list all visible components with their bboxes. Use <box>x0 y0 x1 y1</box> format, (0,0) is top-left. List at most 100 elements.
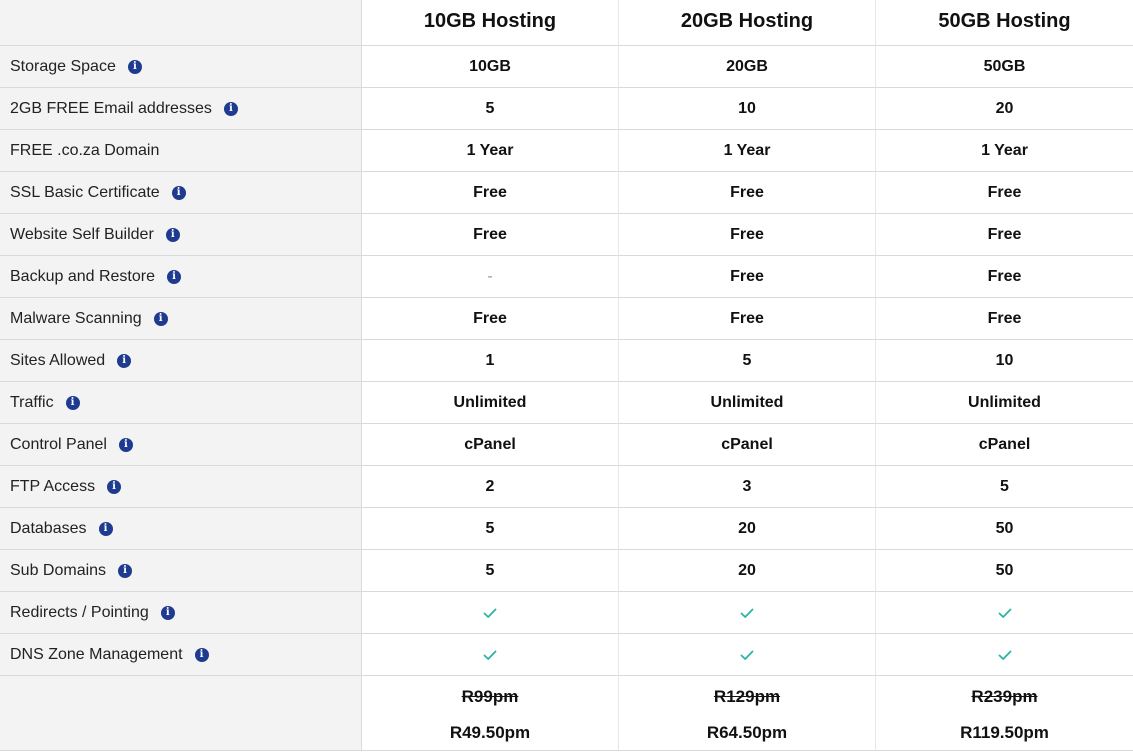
info-icon[interactable]: i <box>65 395 80 410</box>
feature-value-cell: 50GB <box>876 46 1133 88</box>
feature-label-cell: Sites Allowed i <box>0 340 362 382</box>
feature-value: 5 <box>485 519 495 537</box>
feature-value-cell <box>876 592 1133 634</box>
feature-label: 2GB FREE Email addresses <box>10 99 212 117</box>
info-icon[interactable]: i <box>117 353 132 368</box>
feature-value-cell <box>362 592 619 634</box>
feature-value: 1 Year <box>981 141 1028 159</box>
plan-name: 20GB Hosting <box>680 10 814 32</box>
info-icon[interactable]: i <box>127 59 142 74</box>
feature-value-cell: 20GB <box>619 46 876 88</box>
feature-label: Databases <box>10 519 87 537</box>
discounted-price: R49.50pm <box>449 723 531 742</box>
feature-value: 20 <box>995 99 1014 117</box>
feature-value-cell: Unlimited <box>876 382 1133 424</box>
feature-value-cell: Free <box>362 298 619 340</box>
discounted-price: R119.50pm <box>960 723 1049 742</box>
feature-value: 1 Year <box>466 141 514 159</box>
feature-value-cell: 10 <box>876 340 1133 382</box>
feature-value: 5 <box>485 561 495 579</box>
feature-value: 10GB <box>469 57 511 75</box>
feature-value-cell: 3 <box>619 466 876 508</box>
feature-label: SSL Basic Certificate <box>10 183 160 201</box>
old-price: R99pm <box>461 687 519 706</box>
feature-value-cell: Free <box>362 214 619 256</box>
feature-value-cell: 20 <box>619 508 876 550</box>
check-icon <box>997 647 1013 663</box>
feature-value-cell <box>619 592 876 634</box>
plan-name: 10GB Hosting <box>423 10 557 32</box>
discounted-price: R64.50pm <box>706 723 788 742</box>
feature-label-cell: Control Panel i <box>0 424 362 466</box>
feature-value-cell: 1 <box>362 340 619 382</box>
price-cell-2: R129pm R64.50pm <box>619 676 876 751</box>
info-icon[interactable]: i <box>153 311 168 326</box>
not-included-dash: - <box>487 267 493 285</box>
feature-value: Unlimited <box>453 393 527 411</box>
feature-value: 5 <box>1000 477 1009 495</box>
feature-value-cell: 20 <box>876 88 1133 130</box>
info-icon[interactable]: i <box>160 605 175 620</box>
feature-value-cell: 1 Year <box>619 130 876 172</box>
feature-value: 20GB <box>726 57 768 75</box>
feature-value-cell: 5 <box>362 88 619 130</box>
feature-label: FREE .co.za Domain <box>10 141 160 159</box>
feature-label: Sub Domains <box>10 561 107 579</box>
feature-value: Unlimited <box>968 393 1041 411</box>
feature-value-cell: 2 <box>362 466 619 508</box>
old-price: R129pm <box>713 687 781 706</box>
info-icon[interactable]: i <box>194 647 209 662</box>
feature-value: 20 <box>738 519 756 537</box>
feature-value: Free <box>987 267 1022 285</box>
plan-header-1: 10GB Hosting <box>362 0 619 46</box>
feature-label: Website Self Builder <box>10 225 154 243</box>
feature-value-cell <box>876 634 1133 676</box>
feature-value-cell: Free <box>876 214 1133 256</box>
feature-value: Free <box>730 309 764 327</box>
feature-label: Backup and Restore <box>10 267 155 285</box>
feature-value-cell: Free <box>876 256 1133 298</box>
feature-label-cell: Website Self Builder i <box>0 214 362 256</box>
feature-value-cell: 50 <box>876 508 1133 550</box>
info-icon[interactable]: i <box>171 185 186 200</box>
info-icon[interactable]: i <box>223 101 238 116</box>
feature-label-cell: Storage Space i <box>0 46 362 88</box>
plan-name: 50GB Hosting <box>938 10 1071 32</box>
feature-value-cell: Free <box>619 298 876 340</box>
feature-value: cPanel <box>978 435 1031 453</box>
pricing-label-cell <box>0 676 362 751</box>
info-icon[interactable]: i <box>107 479 122 494</box>
feature-label: Redirects / Pointing <box>10 603 149 621</box>
feature-value: 5 <box>485 99 495 117</box>
feature-value: 1 <box>485 351 495 369</box>
check-icon <box>482 605 498 621</box>
feature-value: Free <box>473 183 507 201</box>
feature-value-cell: 5 <box>876 466 1133 508</box>
feature-value-cell: cPanel <box>362 424 619 466</box>
feature-value-cell: 20 <box>619 550 876 592</box>
feature-label: Storage Space <box>10 57 116 75</box>
feature-value-cell: 50 <box>876 550 1133 592</box>
plan-header-3: 50GB Hosting <box>876 0 1133 46</box>
info-icon[interactable]: i <box>165 227 180 242</box>
feature-label: FTP Access <box>10 477 96 495</box>
feature-label-cell: Backup and Restore i <box>0 256 362 298</box>
price-cell-1: R99pm R49.50pm <box>362 676 619 751</box>
feature-label: Control Panel <box>10 435 107 453</box>
info-icon[interactable]: i <box>118 437 133 452</box>
info-icon[interactable]: i <box>166 269 181 284</box>
feature-value-cell: 1 Year <box>362 130 619 172</box>
feature-value: 3 <box>742 477 752 495</box>
feature-value-cell <box>619 634 876 676</box>
feature-value: Free <box>730 183 764 201</box>
feature-label: Traffic <box>10 393 54 411</box>
feature-value: 10 <box>995 351 1014 369</box>
feature-value: 50 <box>995 519 1014 537</box>
info-icon[interactable]: i <box>98 521 113 536</box>
feature-label-cell: FREE .co.za Domain <box>0 130 362 172</box>
feature-value: 1 Year <box>723 141 771 159</box>
feature-label-cell: Traffic i <box>0 382 362 424</box>
feature-value-cell: Free <box>362 172 619 214</box>
feature-value: 20 <box>738 561 756 579</box>
info-icon[interactable]: i <box>118 563 133 578</box>
